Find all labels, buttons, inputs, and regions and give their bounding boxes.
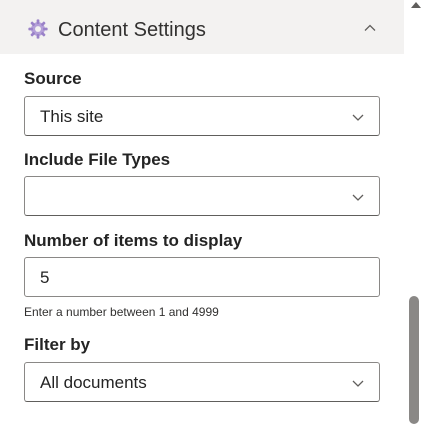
chevron-down-icon [352, 114, 364, 121]
chevron-up-icon [364, 24, 376, 31]
filter-value: All documents [40, 373, 147, 392]
source-label: Source [24, 69, 82, 88]
filter-label: Filter by [24, 335, 91, 354]
section-header[interactable]: Content Settings [0, 0, 404, 54]
file-types-label: Include File Types [24, 150, 171, 169]
section-title: Content Settings [58, 19, 206, 41]
scroll-up-arrow-icon[interactable] [409, 0, 423, 8]
collapse-button[interactable] [359, 17, 381, 39]
items-count-hint: Enter a number between 1 and 4999 [24, 305, 219, 319]
gear-icon [28, 19, 48, 39]
chevron-down-icon [352, 194, 364, 201]
source-dropdown[interactable]: This site [24, 96, 380, 136]
items-count-input[interactable]: 5 [24, 257, 380, 297]
scrollbar-thumb[interactable] [409, 296, 419, 424]
items-count-value: 5 [40, 268, 50, 287]
file-types-dropdown[interactable] [24, 176, 380, 216]
filter-dropdown[interactable]: All documents [24, 362, 380, 402]
chevron-down-icon [352, 380, 364, 387]
items-count-label: Number of items to display [24, 231, 243, 250]
source-value: This site [40, 107, 104, 126]
